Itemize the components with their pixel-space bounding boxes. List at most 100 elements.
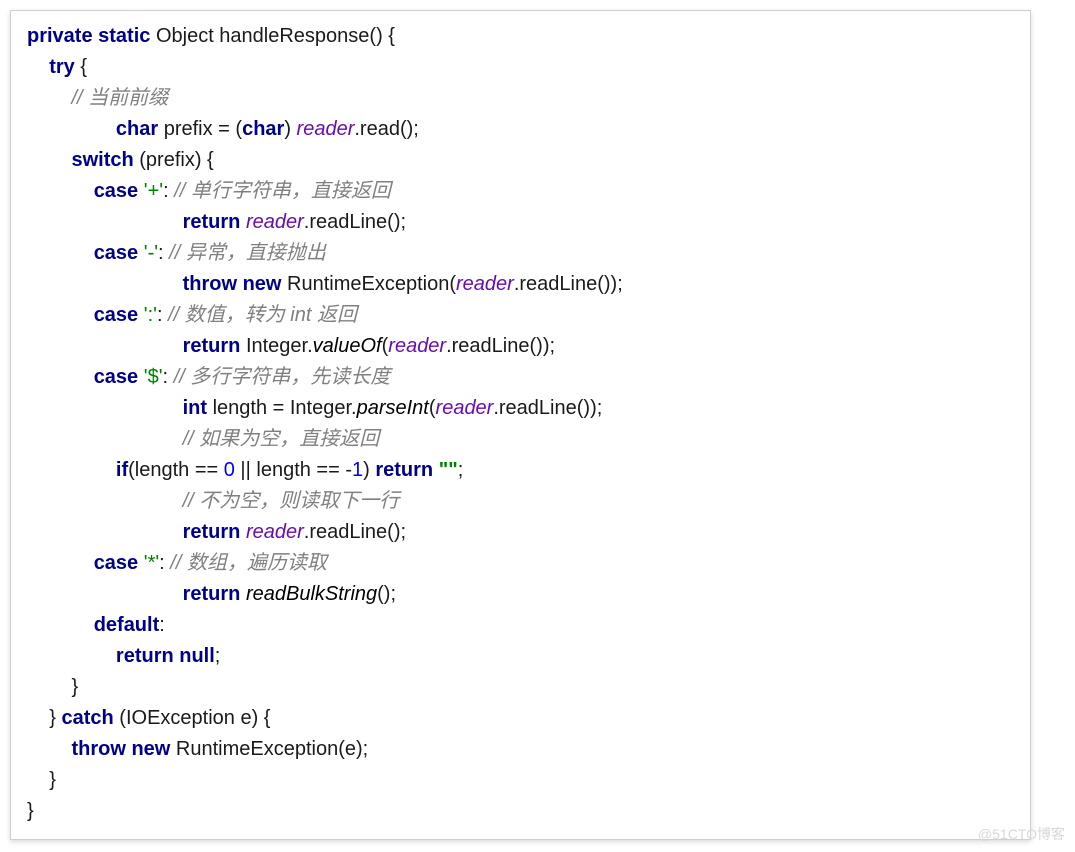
keyword: char [242, 118, 284, 140]
keyword: case [94, 180, 139, 202]
code-line: if(length == 0 || length == -1) return "… [27, 455, 1014, 486]
identifier: reader [246, 521, 304, 543]
token: ( [429, 397, 436, 419]
comment: // 数值，转为 int 返回 [168, 304, 357, 326]
token: .readLine(); [304, 211, 406, 233]
token: .readLine()); [514, 273, 623, 295]
code-line: throw new RuntimeException(e); [27, 734, 1014, 765]
code-line: case '+': // 单行字符串，直接返回 [27, 176, 1014, 207]
code-line: case '*': // 数组，遍历读取 [27, 548, 1014, 579]
identifier: reader [436, 397, 494, 419]
code-line: try { [27, 52, 1014, 83]
identifier: reader [297, 118, 355, 140]
code-line: return readBulkString(); [27, 579, 1014, 610]
token: .readLine(); [304, 521, 406, 543]
code-line: default: [27, 610, 1014, 641]
number: 0 [224, 459, 235, 481]
code-line: // 如果为空，直接返回 [27, 424, 1014, 455]
string: "" [439, 459, 458, 481]
comment: // 多行字符串，先读长度 [174, 366, 391, 388]
token: || length == - [235, 459, 352, 481]
token: ) [363, 459, 375, 481]
token: ) [284, 118, 296, 140]
token: .read(); [354, 118, 418, 140]
keyword: return [183, 335, 241, 357]
identifier: reader [388, 335, 446, 357]
code-line: return reader.readLine(); [27, 207, 1014, 238]
identifier: reader [246, 211, 304, 233]
code-line: char prefix = (char) reader.read(); [27, 114, 1014, 145]
keyword: catch [61, 707, 113, 729]
token: : [163, 366, 174, 388]
token: .readLine()); [493, 397, 602, 419]
code-line: case '-': // 异常，直接抛出 [27, 238, 1014, 269]
token: } [49, 707, 61, 729]
keyword: throw new [71, 738, 170, 760]
token: : [163, 180, 174, 202]
method: readBulkString [246, 583, 377, 605]
comment: // 数组，遍历读取 [170, 552, 327, 574]
code-line: case ':': // 数值，转为 int 返回 [27, 300, 1014, 331]
identifier: reader [456, 273, 514, 295]
token: (); [377, 583, 396, 605]
code-line: throw new RuntimeException(reader.readLi… [27, 269, 1014, 300]
token: RuntimeException(e); [170, 738, 368, 760]
watermark: @51CTO博客 [978, 824, 1065, 844]
code-line: } [27, 765, 1014, 796]
token: Object handleResponse() { [150, 25, 395, 47]
keyword: return [375, 459, 433, 481]
keyword: case [94, 366, 139, 388]
string: '*' [144, 552, 159, 574]
token: (IOException e) { [114, 707, 271, 729]
keyword: throw new [183, 273, 282, 295]
method: parseInt [357, 397, 429, 419]
keyword: case [94, 552, 139, 574]
keyword: return [183, 211, 241, 233]
token: } [27, 800, 34, 822]
token: Integer. [240, 335, 312, 357]
comment: // 异常，直接抛出 [169, 242, 326, 264]
code-line: int length = Integer.parseInt(reader.rea… [27, 393, 1014, 424]
code-line: } [27, 672, 1014, 703]
keyword: try [49, 56, 75, 78]
token: ; [458, 459, 464, 481]
code-line: } catch (IOException e) { [27, 703, 1014, 734]
keyword: return [183, 521, 241, 543]
comment: // 不为空，则读取下一行 [183, 490, 400, 512]
keyword: return [183, 583, 241, 605]
token: (length == [128, 459, 224, 481]
string: '-' [144, 242, 158, 264]
comment: // 单行字符串，直接返回 [174, 180, 391, 202]
code-line: private static Object handleResponse() { [27, 21, 1014, 52]
keyword: if [116, 459, 128, 481]
token: (prefix) { [134, 149, 214, 171]
token: : [159, 552, 170, 574]
string: ':' [144, 304, 157, 326]
method: valueOf [313, 335, 382, 357]
keyword: return null [116, 645, 215, 667]
code-line: return reader.readLine(); [27, 517, 1014, 548]
code-line: switch (prefix) { [27, 145, 1014, 176]
keyword: int [183, 397, 207, 419]
token: : [158, 242, 169, 264]
keyword: switch [71, 149, 133, 171]
keyword: case [94, 242, 139, 264]
code-line: } [27, 796, 1014, 827]
code-line: // 当前前缀 [27, 83, 1014, 114]
keyword: default [94, 614, 160, 636]
code-line: return Integer.valueOf(reader.readLine()… [27, 331, 1014, 362]
token: : [157, 304, 168, 326]
comment: // 当前前缀 [71, 87, 168, 109]
keyword: char [116, 118, 158, 140]
keyword: case [94, 304, 139, 326]
token: prefix = ( [158, 118, 242, 140]
string: '+' [144, 180, 163, 202]
number: 1 [352, 459, 363, 481]
code-line: case '$': // 多行字符串，先读长度 [27, 362, 1014, 393]
code-line: // 不为空，则读取下一行 [27, 486, 1014, 517]
token: : [159, 614, 165, 636]
keyword: private static [27, 25, 150, 47]
token: RuntimeException( [281, 273, 456, 295]
token: ; [215, 645, 221, 667]
token: } [49, 769, 56, 791]
